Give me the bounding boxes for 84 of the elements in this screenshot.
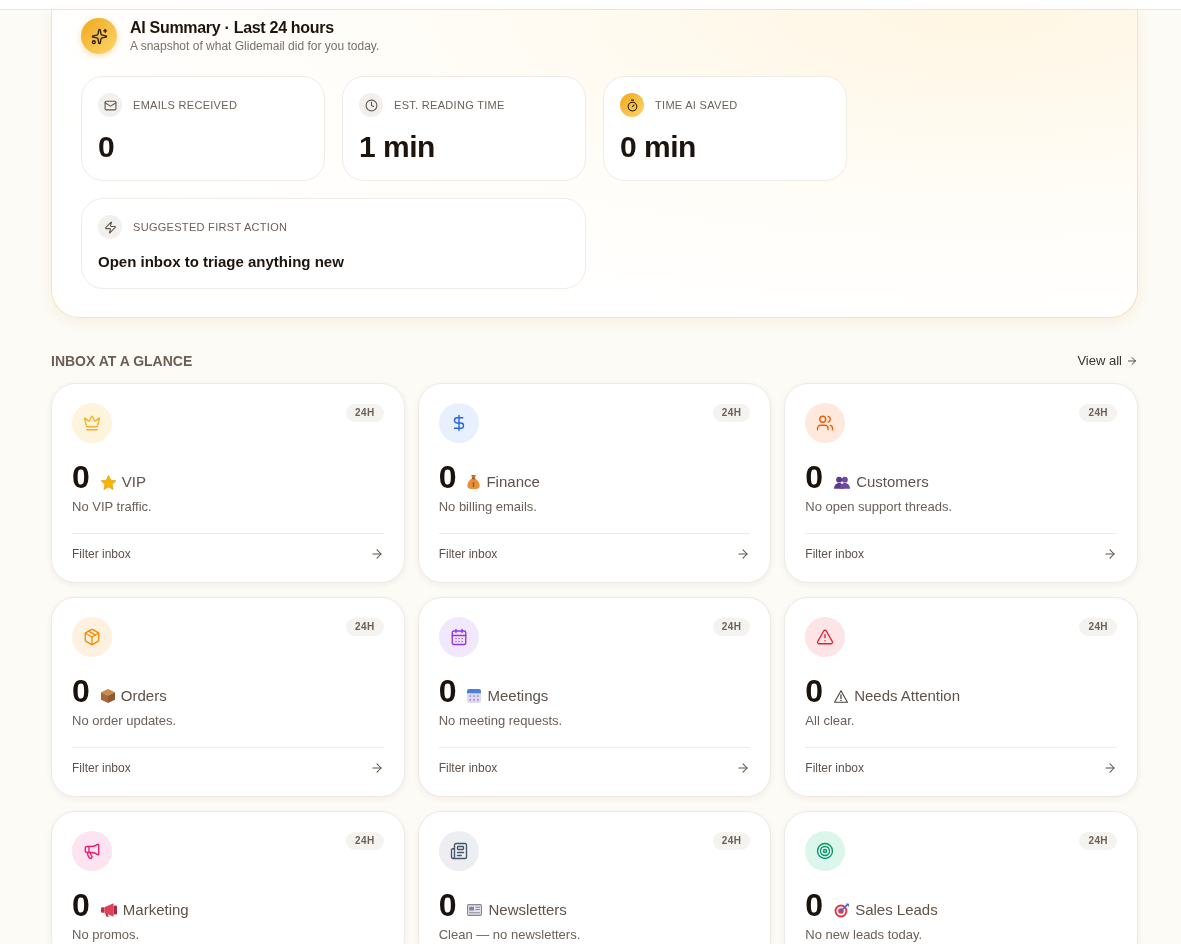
arrow-icon xyxy=(1126,355,1138,367)
stat-label: EMAILS RECEIVED xyxy=(133,98,238,112)
crown-icon xyxy=(72,403,112,443)
megaphone-icon xyxy=(72,831,112,871)
category-label: Orders xyxy=(120,687,167,705)
stat-value: 0 xyxy=(98,132,116,162)
category-description: No billing emails. xyxy=(438,499,538,515)
money-bag-icon xyxy=(467,474,481,490)
count-value: 0 xyxy=(805,887,824,923)
suggested-action-label: SUGGESTED FIRST ACTION xyxy=(133,220,288,234)
category-description: No open support threads. xyxy=(805,499,954,515)
stat-value: 0 min xyxy=(620,132,697,162)
category-description: No VIP traffic. xyxy=(72,499,153,515)
stat-label: EST. READING TIME xyxy=(394,98,505,112)
time-badge: 24H xyxy=(1079,404,1117,422)
filter-inbox-button[interactable]: Filter inbox xyxy=(72,759,384,777)
stat-label: TIME AI SAVED xyxy=(655,98,738,112)
category-label: Finance xyxy=(486,473,540,491)
category-label: Meetings xyxy=(487,687,549,705)
arrow-icon xyxy=(1103,761,1117,775)
dollar-icon xyxy=(438,403,479,443)
count-value: 0 xyxy=(438,887,457,923)
category-description: No promos. xyxy=(72,927,141,943)
mail-icon xyxy=(98,93,122,117)
star-icon xyxy=(100,474,116,490)
calendar-icon xyxy=(438,617,479,657)
warning-icon xyxy=(834,689,849,703)
clock-icon xyxy=(359,93,383,117)
stopwatch-icon xyxy=(620,93,644,117)
category-label: Needs Attention xyxy=(854,687,961,705)
category-label: Marketing xyxy=(122,901,189,919)
newspaper-icon xyxy=(467,904,483,916)
category-label: Sales Leads xyxy=(855,901,938,919)
category-description: No new leads today. xyxy=(805,927,924,943)
people-icon xyxy=(805,403,846,443)
category-label: Newsletters xyxy=(488,901,567,919)
package-icon xyxy=(72,617,112,657)
time-badge: 24H xyxy=(1079,832,1117,850)
view-all-link[interactable]: View all xyxy=(1077,352,1138,370)
filter-inbox-button[interactable]: Filter inbox xyxy=(805,759,1117,777)
arrow-icon xyxy=(369,547,384,561)
time-badge: 24H xyxy=(712,618,751,636)
lightning-icon xyxy=(98,215,122,239)
box-icon xyxy=(100,689,115,703)
time-badge: 24H xyxy=(1079,618,1117,636)
count-value: 0 xyxy=(72,673,90,709)
summary-subtitle: A snapshot of what Glidemail did for you today. xyxy=(130,38,380,54)
count-value: 0 xyxy=(72,887,90,923)
count-value: 0 xyxy=(438,673,457,709)
target-icon xyxy=(805,831,846,871)
filter-inbox-button[interactable]: Filter inbox xyxy=(438,545,751,563)
target-icon xyxy=(834,902,850,918)
count-value: 0 xyxy=(805,673,824,709)
time-badge: 24H xyxy=(346,832,384,850)
suggested-action-text: Open inbox to triage anything new xyxy=(98,252,345,272)
category-description: No meeting requests. xyxy=(438,713,564,729)
calendar-icon xyxy=(467,689,482,703)
arrow-icon xyxy=(369,761,384,775)
time-badge: 24H xyxy=(712,404,751,422)
sparkle-icon xyxy=(81,18,117,54)
count-value: 0 xyxy=(72,459,90,495)
category-label: Customers xyxy=(856,473,929,491)
newspaper-icon xyxy=(438,831,479,871)
count-value: 0 xyxy=(805,459,824,495)
arrow-icon xyxy=(736,547,751,561)
filter-inbox-button[interactable]: Filter inbox xyxy=(72,545,384,563)
filter-inbox-button[interactable]: Filter inbox xyxy=(438,759,751,777)
category-label: VIP xyxy=(121,473,146,491)
time-badge: 24H xyxy=(346,404,384,422)
arrow-icon xyxy=(736,761,751,775)
warning-icon xyxy=(805,617,846,657)
filter-inbox-button[interactable]: Filter inbox xyxy=(805,545,1117,563)
stat-value: 1 min xyxy=(359,132,436,162)
megaphone-icon xyxy=(100,903,117,917)
section-title: INBOX AT A GLANCE xyxy=(51,352,193,371)
arrow-icon xyxy=(1103,547,1117,561)
category-description: No order updates. xyxy=(72,713,178,729)
category-description: Clean — no newsletters. xyxy=(438,927,582,943)
count-value: 0 xyxy=(438,459,457,495)
time-badge: 24H xyxy=(346,618,384,636)
people-icon xyxy=(834,475,851,489)
summary-title: AI Summary · Last 24 hours xyxy=(130,18,335,38)
category-description: All clear. xyxy=(805,713,856,729)
time-badge: 24H xyxy=(712,832,751,850)
